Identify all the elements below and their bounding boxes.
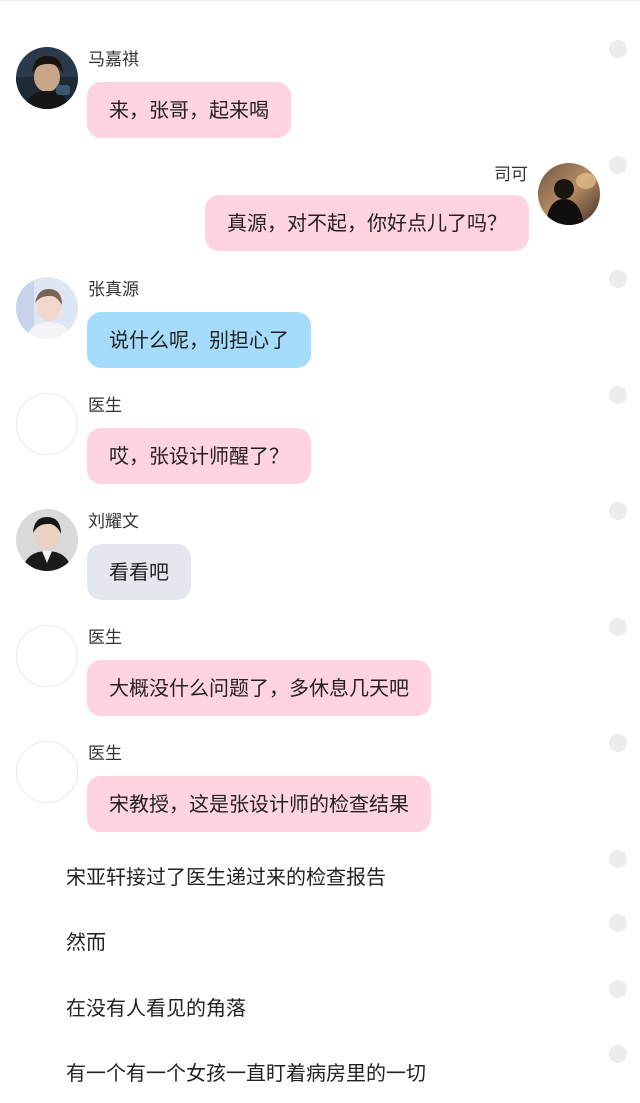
sender-name: 马嘉祺: [88, 50, 139, 70]
avatar-photo[interactable]: [16, 509, 78, 571]
row-marker[interactable]: [609, 386, 627, 404]
sender-name: 医生: [88, 744, 122, 764]
message-bubble[interactable]: 大概没什么问题了，多休息几天吧: [87, 660, 431, 716]
sender-name: 张真源: [88, 280, 139, 300]
row-marker[interactable]: [609, 1045, 627, 1063]
message-bubble[interactable]: 宋教授，这是张设计师的检查结果: [87, 776, 431, 832]
row-marker[interactable]: [609, 40, 627, 58]
row-marker[interactable]: [609, 734, 627, 752]
message-bubble[interactable]: 说什么呢，别担心了: [87, 312, 311, 368]
row-marker[interactable]: [609, 156, 627, 174]
avatar-photo[interactable]: [538, 163, 600, 225]
narration-line: 在没有人看见的角落: [66, 996, 246, 1020]
top-divider: [0, 0, 640, 1]
row-marker[interactable]: [609, 850, 627, 868]
row-marker[interactable]: [609, 980, 627, 998]
row-marker[interactable]: [609, 914, 627, 932]
sender-name: 刘耀文: [88, 512, 139, 532]
sender-name: 医生: [88, 628, 122, 648]
avatar-photo[interactable]: [16, 277, 78, 339]
message-bubble[interactable]: 哎，张设计师醒了？: [87, 428, 311, 484]
narration-line: 然而: [66, 930, 106, 954]
message-bubble[interactable]: 看看吧: [87, 544, 191, 600]
message-bubble[interactable]: 来，张哥，起来喝: [87, 82, 291, 138]
sender-name: 医生: [88, 396, 122, 416]
avatar-photo[interactable]: [16, 47, 78, 109]
row-marker[interactable]: [609, 270, 627, 288]
narration-line: 宋亚轩接过了医生递过来的检查报告: [66, 865, 386, 889]
narration-line: 有一个有一个女孩一直盯着病房里的一切: [66, 1061, 426, 1085]
row-marker[interactable]: [609, 618, 627, 636]
avatar-placeholder[interactable]: [16, 625, 78, 687]
message-bubble[interactable]: 真源，对不起，你好点儿了吗？: [205, 195, 529, 251]
sender-name: 司可: [494, 165, 528, 185]
avatar-placeholder[interactable]: [16, 741, 78, 803]
row-marker[interactable]: [609, 502, 627, 520]
avatar-placeholder[interactable]: [16, 393, 78, 455]
